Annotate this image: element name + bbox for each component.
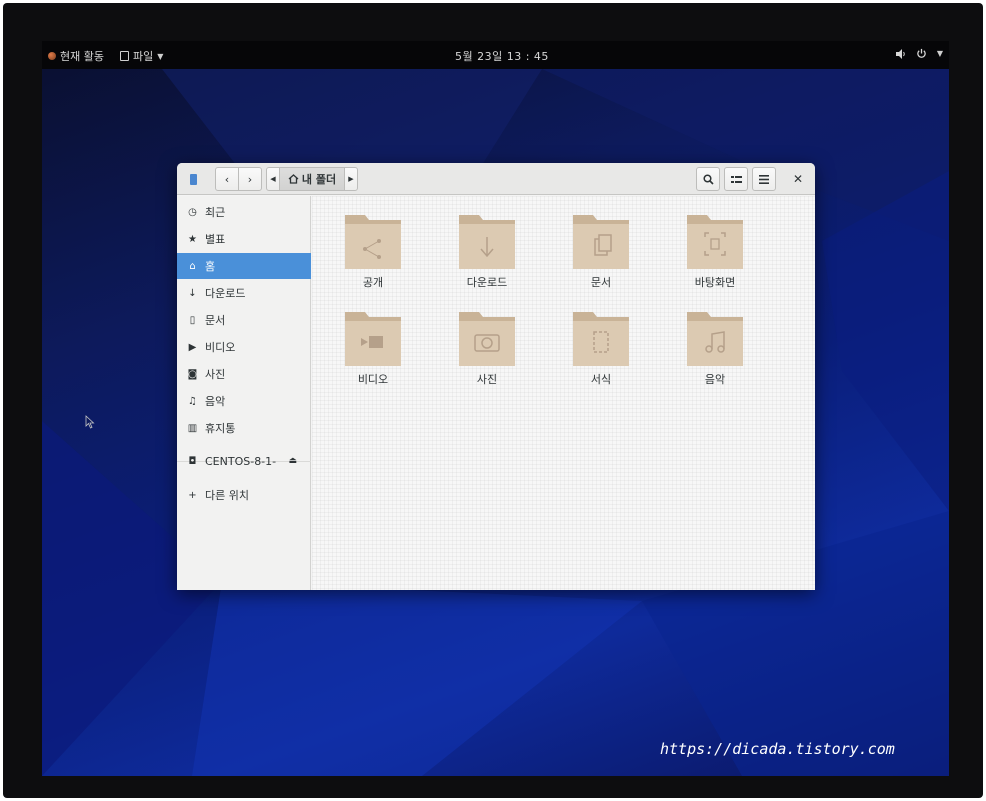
path-scroll-left-button[interactable]: ◀ <box>266 167 280 191</box>
search-button[interactable] <box>696 167 720 191</box>
watermark-text: https://dicada.tistory.com <box>660 740 895 758</box>
video-icon: ▶ <box>188 341 197 353</box>
breadcrumb-home[interactable]: 내 폴더 <box>279 167 345 191</box>
header-bar: ‹ › ◀ 내 폴더 ▶ ✕ <box>177 163 815 195</box>
home-icon <box>288 174 299 184</box>
eject-icon[interactable]: ⏏ <box>288 456 297 466</box>
folder-public[interactable]: 공개 <box>328 211 418 301</box>
video-icon <box>345 312 401 366</box>
sidebar-item-videos[interactable]: ▶ 비디오 <box>177 334 311 360</box>
app-menu-label: 파일 <box>133 50 154 63</box>
view-mode-button[interactable] <box>724 167 748 191</box>
folder-label: 서식 <box>590 373 612 386</box>
search-icon <box>702 173 714 185</box>
monitor-logo <box>431 788 531 798</box>
folder-label: 바탕화면 <box>694 276 736 289</box>
sidebar-item-label: 휴지통 <box>205 422 236 435</box>
sidebar-item-label: 문서 <box>205 314 226 327</box>
sidebar-item-label: 다운로드 <box>205 287 246 300</box>
back-button[interactable]: ‹ <box>215 167 239 191</box>
activities-label: 현재 활동 <box>60 50 104 63</box>
menu-button[interactable] <box>752 167 776 191</box>
forward-button[interactable]: › <box>238 167 262 191</box>
activities-button[interactable]: 현재 활동 <box>48 48 104 64</box>
chevron-down-icon: ▼ <box>936 49 943 58</box>
volume-icon <box>895 48 905 59</box>
document-icon: ▯ <box>189 314 196 326</box>
documents-icon <box>573 215 629 269</box>
sidebar-item-label: 음악 <box>205 395 226 408</box>
folder-documents[interactable]: 문서 <box>556 211 646 301</box>
files-window: ‹ › ◀ 내 폴더 ▶ ✕ ◷ 최근 ★ 별표 ⌂ 홈 ↓ 다운로드 ▯ 문서… <box>177 163 815 590</box>
folder-label: 비디오 <box>357 373 389 386</box>
templates-icon <box>573 312 629 366</box>
clock[interactable]: 5월 23일 13 : 45 <box>455 48 549 64</box>
list-view-icon <box>730 175 742 183</box>
download-icon: ↓ <box>188 287 197 299</box>
share-icon <box>345 215 401 269</box>
sidebar-item-home[interactable]: ⌂ 홈 <box>177 253 311 279</box>
folder-videos[interactable]: 비디오 <box>328 308 418 398</box>
folder-label: 다운로드 <box>466 276 508 289</box>
download-icon <box>459 215 515 269</box>
camera-icon <box>459 312 515 366</box>
top-bar: 현재 활동 파일 ▼ 5월 23일 13 : 45 ▼ <box>42 41 949 69</box>
sidebar-item-other-locations[interactable]: + 다른 위치 <box>177 482 311 508</box>
sidebar-item-label: 최근 <box>205 206 226 219</box>
hamburger-icon <box>759 174 769 184</box>
sidebar-item-label: 비디오 <box>205 341 236 354</box>
folder-templates[interactable]: 서식 <box>556 308 646 398</box>
sidebar-item-downloads[interactable]: ↓ 다운로드 <box>177 280 311 306</box>
chevron-down-icon: ▼ <box>157 51 164 61</box>
sidebar-item-trash[interactable]: ▥ 휴지통 <box>177 415 311 441</box>
monitor-bezel: 현재 활동 파일 ▼ 5월 23일 13 : 45 ▼ ‹ › ◀ 내 폴더 ▶… <box>3 3 983 798</box>
close-button[interactable]: ✕ <box>788 167 808 191</box>
sidebar-item-label: 다른 위치 <box>205 489 249 502</box>
sidebar-item-music[interactable]: ♫ 음악 <box>177 388 311 414</box>
sidebar-item-drive[interactable]: ◘ CENTOS-8-1- ⏏ <box>177 448 311 474</box>
music-icon <box>687 312 743 366</box>
sidebar-item-documents[interactable]: ▯ 문서 <box>177 307 311 333</box>
camera-icon: ◙ <box>187 368 198 380</box>
files-app-icon <box>120 51 129 61</box>
folder-label: 문서 <box>590 276 612 289</box>
sidebar-item-label: 별표 <box>205 233 226 246</box>
sidebar: ◷ 최근 ★ 별표 ⌂ 홈 ↓ 다운로드 ▯ 문서 ▶ 비디오 ◙ 사진 ♫ 음… <box>177 196 311 590</box>
folder-label: 공개 <box>362 276 384 289</box>
folder-downloads[interactable]: 다운로드 <box>442 211 532 301</box>
sidebar-item-recent[interactable]: ◷ 최근 <box>177 199 311 225</box>
folder-music[interactable]: 음악 <box>670 308 760 398</box>
folder-label: 음악 <box>704 373 726 386</box>
drive-icon: ◘ <box>188 455 197 467</box>
sidebar-item-pictures[interactable]: ◙ 사진 <box>177 361 311 387</box>
breadcrumb-label: 내 폴더 <box>301 173 337 186</box>
plus-icon: + <box>188 489 197 501</box>
folder-desktop[interactable]: 바탕화면 <box>670 211 760 301</box>
music-icon: ♫ <box>188 395 197 407</box>
desktop-icon <box>687 215 743 269</box>
folder-pictures[interactable]: 사진 <box>442 308 532 398</box>
activities-icon <box>48 52 56 60</box>
mouse-pointer-icon <box>85 415 95 429</box>
path-scroll-right-button[interactable]: ▶ <box>344 167 358 191</box>
power-icon <box>917 48 926 58</box>
star-icon: ★ <box>188 233 197 245</box>
folder-label: 사진 <box>476 373 498 386</box>
sidebar-item-label: 홈 <box>205 260 216 273</box>
status-menu[interactable]: ▼ <box>895 48 943 59</box>
trash-icon: ▥ <box>187 422 198 434</box>
sidebar-item-starred[interactable]: ★ 별표 <box>177 226 311 252</box>
desktop-screen: 현재 활동 파일 ▼ 5월 23일 13 : 45 ▼ ‹ › ◀ 내 폴더 ▶… <box>42 41 949 776</box>
file-view: 공개 다운로드 문서 바탕화면 비디오 사진 서식 음악 <box>312 196 815 590</box>
sidebar-item-label: 사진 <box>205 368 226 381</box>
sidebar-item-label: CENTOS-8-1- <box>205 454 277 468</box>
clock-icon: ◷ <box>188 206 197 218</box>
drive-icon <box>185 167 201 191</box>
app-menu-button[interactable]: 파일 ▼ <box>120 48 163 64</box>
home-icon: ⌂ <box>189 260 196 272</box>
